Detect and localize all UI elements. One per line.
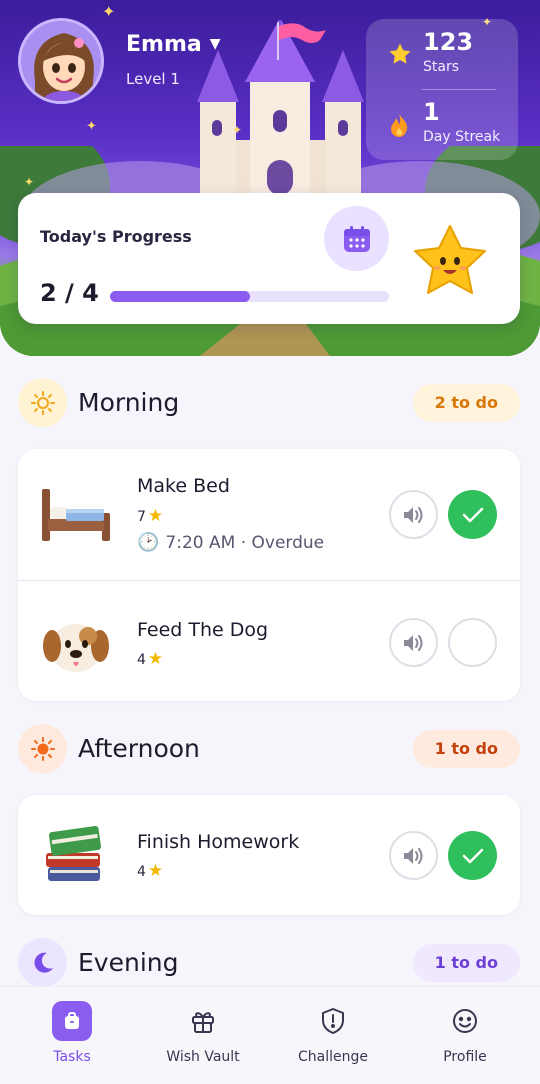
task-name: Feed The Dog [137,619,269,641]
complete-checkbox[interactable] [448,618,497,667]
task-finish-homework[interactable]: Finish Homework 4 ★ [18,795,520,915]
calendar-icon [343,225,370,252]
sparkle-icon: ✦ [232,123,243,137]
progress-card: Today's Progress 2 / 4 [18,193,520,324]
username-text: Emma [126,32,202,57]
todo-badge: 2 to do [412,384,520,422]
tab-profile[interactable]: Profile [405,1001,525,1065]
tab-challenge[interactable]: Challenge [273,1001,393,1065]
header-banner: ✦ ✦ ✦ ✦ ✦ Emma ▼ Level 1 123 Stars 1 Day… [0,0,540,356]
task-name: Finish Homework [137,831,300,853]
dog-icon [43,624,109,672]
star-icon [388,42,412,71]
task-time-text: 7:20 AM · Overdue [165,533,325,553]
section-evening: Evening 1 to do [18,938,520,988]
section-title: Evening [78,948,179,977]
progress-bar [110,291,389,302]
star-icon: ★ [147,861,164,881]
calendar-button[interactable] [324,206,389,271]
gift-icon [183,1001,223,1041]
section-title: Afternoon [78,734,200,763]
stars-value: 4 [137,652,146,668]
bottom-nav: Tasks Wish Vault Challenge Profile [0,986,540,1084]
divider [422,89,496,90]
tab-label: Wish Vault [166,1049,240,1065]
task-time: 🕑 7:20 AM · Overdue [137,532,324,553]
tab-label: Challenge [298,1049,368,1065]
username[interactable]: Emma ▼ [126,32,221,57]
sparkle-icon: ✦ [102,2,116,21]
morning-task-list: Make Bed 7 ★ 🕑 7:20 AM · Overdue Feed The … [18,449,520,701]
moon-icon [18,938,67,987]
star-icon: ★ [147,649,164,669]
stars-stat: 123 Stars [388,28,474,76]
avatar[interactable] [18,18,104,104]
smile-icon [445,1001,485,1041]
sound-button[interactable] [389,831,438,880]
progress-count: 2 / 4 [40,279,99,307]
stars-value: 7 [137,509,146,525]
stars-label: Stars [423,59,460,76]
check-icon [462,507,483,522]
flame-icon [388,112,412,143]
star-mascot-icon [414,225,486,294]
tasks-icon [52,1001,92,1041]
todo-badge: 1 to do [412,944,520,982]
section-title: Morning [78,388,180,417]
tab-label: Tasks [53,1049,91,1065]
tab-label: Profile [443,1049,487,1065]
sound-button[interactable] [389,490,438,539]
task-stars: 7 ★ [137,506,163,526]
speaker-icon [403,506,422,523]
task-feed-the-dog[interactable]: Feed The Dog 4 ★ [18,580,520,701]
stars-count: 123 [423,28,474,56]
chevron-down-icon: ▼ [209,36,221,52]
speaker-icon [403,847,422,864]
flag-icon [277,22,326,60]
section-afternoon: Afternoon 1 to do [18,724,520,774]
afternoon-task-list: Finish Homework 4 ★ [18,795,520,915]
complete-checkbox[interactable] [448,831,497,880]
books-icon [46,826,102,881]
todo-badge: 1 to do [412,730,520,768]
task-name: Make Bed [137,475,230,497]
check-icon [462,848,483,863]
shield-icon [313,1001,353,1041]
section-morning: Morning 2 to do [18,378,520,428]
progress-bar-fill [110,291,250,302]
avatar-illustration [21,21,101,101]
task-make-bed[interactable]: Make Bed 7 ★ 🕑 7:20 AM · Overdue [18,449,520,580]
sun-icon [18,724,67,773]
sound-button[interactable] [389,618,438,667]
stars-value: 4 [137,864,146,880]
sparkle-icon: ✦ [86,119,97,134]
task-stars: 4 ★ [137,649,163,669]
streak-count: 1 [423,98,440,126]
streak-stat: 1 Day Streak [388,98,501,146]
tab-tasks[interactable]: Tasks [12,1001,132,1065]
progress-title: Today's Progress [40,227,192,246]
sparkle-icon: ✦ [24,175,35,189]
task-stars: 4 ★ [137,861,163,881]
speaker-icon [403,634,422,651]
user-level: Level 1 [126,70,180,88]
star-icon: ★ [147,506,164,526]
sun-icon [18,378,67,427]
tab-wish-vault[interactable]: Wish Vault [143,1001,263,1065]
complete-checkbox[interactable] [448,490,497,539]
stats-panel: 123 Stars 1 Day Streak [366,19,518,160]
bed-icon [42,489,110,541]
streak-label: Day Streak [423,129,501,146]
clock-icon: 🕑 [137,532,160,553]
